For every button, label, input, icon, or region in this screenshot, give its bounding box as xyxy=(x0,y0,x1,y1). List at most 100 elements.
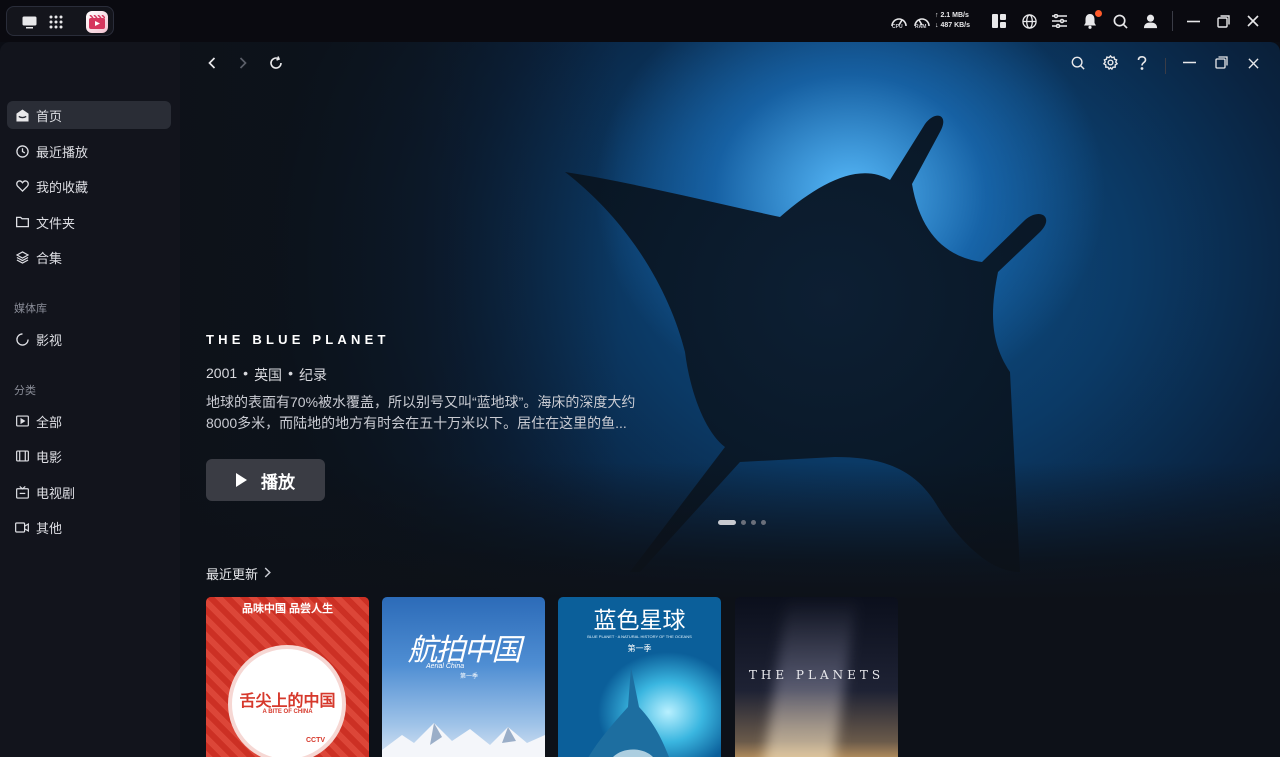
hero-title: THE BLUE PLANET xyxy=(206,332,390,347)
ram-gauge-icon[interactable] xyxy=(911,0,933,42)
sidebar-item-label: 首页 xyxy=(36,108,63,124)
chevron-right-icon xyxy=(264,566,271,581)
folder-icon xyxy=(15,215,29,229)
play-icon xyxy=(236,473,247,487)
cpu-gauge-icon[interactable] xyxy=(888,0,910,42)
carousel-dot[interactable] xyxy=(741,520,746,525)
sidebar: 首页 最近播放 我的收藏 文件夹 合集 媒体库 影视 分类 全部 电影 电视剧 … xyxy=(0,42,180,757)
ram-label: RAM xyxy=(915,24,927,30)
settings-button[interactable] xyxy=(1099,54,1121,76)
search-icon[interactable] xyxy=(1111,0,1129,42)
sidebar-item-label: 文件夹 xyxy=(36,215,76,231)
chevron-left-icon xyxy=(208,56,216,74)
toolbar-divider xyxy=(1165,58,1166,74)
poster-subtitle: BLUE PLANET · A NATURAL HISTORY OF THE O… xyxy=(587,634,692,639)
os-restore-icon[interactable] xyxy=(1214,0,1232,42)
sidebar-item-label: 我的收藏 xyxy=(36,179,89,195)
library-section-label: 媒体库 xyxy=(14,303,47,315)
play-box-icon xyxy=(15,414,29,428)
os-close-icon[interactable] xyxy=(1244,0,1262,42)
hero-meta: 2001 • 英国 • 纪录 xyxy=(206,365,327,385)
app-minimize-button[interactable] xyxy=(1178,54,1200,76)
notification-badge xyxy=(1095,10,1102,17)
heart-icon xyxy=(15,179,29,193)
app-search-button[interactable] xyxy=(1067,54,1089,76)
sidebar-item-movies-library[interactable]: 影视 xyxy=(7,325,171,353)
home-icon xyxy=(15,108,29,122)
dashboard-icon[interactable] xyxy=(990,0,1008,42)
play-button[interactable]: 播放 xyxy=(206,459,325,501)
poster-subtitle: A BITE OF CHINA xyxy=(262,709,313,715)
user-icon[interactable] xyxy=(1141,0,1159,42)
app-close-button[interactable] xyxy=(1242,54,1264,76)
globe-icon[interactable] xyxy=(1020,0,1038,42)
carousel-dot[interactable] xyxy=(751,520,756,525)
back-button[interactable] xyxy=(201,54,223,76)
download-speed: ↓ 487 KB/s xyxy=(935,22,971,29)
meta-separator: • xyxy=(243,365,249,381)
sidebar-item-tv-series[interactable]: 电视剧 xyxy=(7,478,171,506)
hero-genre: 纪录 xyxy=(298,367,327,383)
carousel-dot[interactable] xyxy=(761,520,766,525)
restore-icon xyxy=(1214,56,1228,74)
film-icon xyxy=(15,449,29,463)
poster-title: 蓝色星球 xyxy=(593,608,686,634)
loading-icon xyxy=(15,332,29,346)
sidebar-item-folders[interactable]: 文件夹 xyxy=(7,208,171,236)
refresh-icon xyxy=(269,55,283,75)
sidebar-item-other[interactable]: 其他 xyxy=(7,513,171,541)
sidebar-item-collections[interactable]: 合集 xyxy=(7,243,171,271)
poster-card[interactable]: 品味中国 品尝人生 舌尖上的中国 A BITE OF CHINA CCTV xyxy=(206,597,369,757)
sidebar-item-label: 影视 xyxy=(36,332,63,348)
recent-section-title: 最近更新 xyxy=(206,567,259,582)
network-speed[interactable]: ↑ 2.1 MB/s ↓ 487 KB/s xyxy=(935,11,981,31)
sidebar-item-recent[interactable]: 最近播放 xyxy=(7,137,171,165)
sidebar-item-label: 合集 xyxy=(36,250,63,266)
sidebar-item-label: 其他 xyxy=(36,520,63,536)
upload-speed: ↑ 2.1 MB/s xyxy=(935,12,969,19)
poster-season: 第一季 xyxy=(460,674,479,680)
search-icon xyxy=(1071,56,1085,75)
hero-description: 地球的表面有70%被水覆盖，所以别号又叫“蓝地球”。海床的深度大约8000多米，… xyxy=(206,394,636,431)
apps-grid-icon[interactable] xyxy=(47,13,65,31)
poster-tagline: 品味中国 品尝人生 xyxy=(241,603,334,615)
poster-title: 舌尖上的中国 xyxy=(239,693,336,710)
sidebar-item-label: 电影 xyxy=(36,449,63,465)
gear-icon xyxy=(1102,54,1118,75)
video-icon xyxy=(15,520,29,534)
task-manager-icon[interactable] xyxy=(1050,0,1068,42)
layers-icon xyxy=(15,250,29,264)
sidebar-item-home[interactable]: 首页 xyxy=(7,101,171,129)
forward-button[interactable] xyxy=(232,54,254,76)
poster-card[interactable]: THE PLANETS xyxy=(735,597,898,757)
divider xyxy=(1172,11,1173,31)
hero-year: 2001 xyxy=(206,365,238,381)
help-button[interactable] xyxy=(1131,54,1153,76)
meta-separator: • xyxy=(288,365,293,381)
sidebar-item-favorites[interactable]: 我的收藏 xyxy=(7,172,171,200)
sidebar-item-movies[interactable]: 电影 xyxy=(7,442,171,470)
refresh-button[interactable] xyxy=(265,54,287,76)
os-top-bar: CPU RAM ↑ 2.1 MB/s ↓ 487 KB/s xyxy=(0,0,1280,42)
poster-card[interactable]: 航拍中国 Aerial China 第一季 xyxy=(382,597,545,757)
app-window: 首页 最近播放 我的收藏 文件夹 合集 媒体库 影视 分类 全部 电影 电视剧 … xyxy=(0,42,1280,757)
video-app-icon[interactable] xyxy=(86,11,108,33)
recent-section-header[interactable]: 最近更新 xyxy=(206,564,271,583)
play-label: 播放 xyxy=(261,472,295,492)
os-minimize-icon[interactable] xyxy=(1184,0,1202,42)
minimize-icon xyxy=(1182,56,1196,74)
help-icon xyxy=(1137,55,1147,75)
desktop-icon[interactable] xyxy=(20,13,38,31)
poster-card[interactable]: 蓝色星球 BLUE PLANET · A NATURAL HISTORY OF … xyxy=(558,597,721,757)
app-restore-button[interactable] xyxy=(1210,54,1232,76)
close-icon xyxy=(1247,56,1259,74)
tv-icon xyxy=(15,485,29,499)
carousel-dot-active[interactable] xyxy=(718,520,736,525)
sidebar-item-label: 最近播放 xyxy=(36,144,89,160)
cpu-label: CPU xyxy=(892,24,903,30)
shark-image xyxy=(588,667,670,757)
poster-subtitle: Aerial China xyxy=(426,663,465,670)
sidebar-item-all[interactable]: 全部 xyxy=(7,407,171,435)
mountain-image xyxy=(382,723,545,757)
bell-icon[interactable] xyxy=(1081,0,1099,42)
